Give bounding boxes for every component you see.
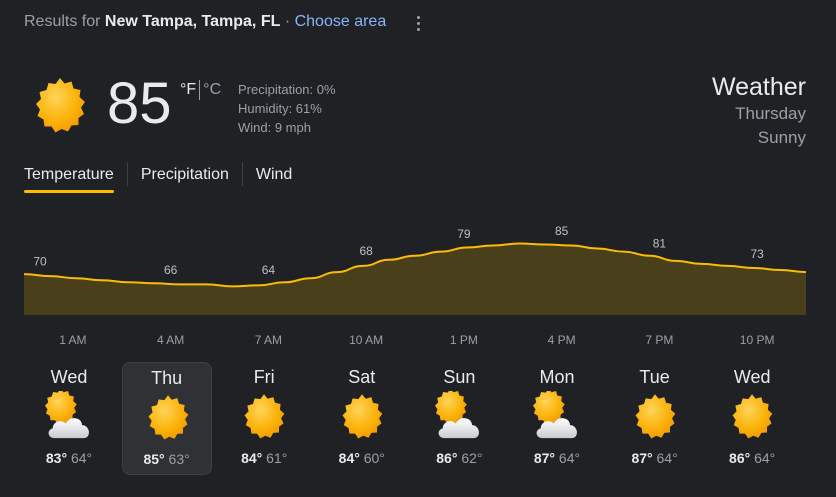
more-options-icon[interactable] [410,12,426,34]
low-temp: 60° [363,450,385,466]
day-temps: 85° 63° [123,451,211,467]
chart-value-label: 73 [750,247,764,261]
day-name: Wed [733,367,771,387]
day-name: Fri [253,367,275,387]
low-temp: 64° [754,450,776,466]
sun-icon [726,391,778,443]
tab-divider [126,162,128,186]
day-name: Thu [151,368,183,388]
hour-label: 4 PM [547,333,576,347]
day-temps: 86° 64° [707,450,797,466]
sun-icon [142,392,194,444]
humidity-value: Humidity: 61% [238,101,322,116]
sun-icon [336,391,388,443]
hour-label: 10 AM [349,333,384,347]
day-forecast[interactable]: Wed 86° 64° [707,362,797,475]
tab-divider [241,162,243,186]
weather-title: Weather [711,73,806,101]
day-forecast[interactable]: Wed 83° 64° [24,362,114,475]
partly-cloudy-icon [531,391,583,443]
chart-value-label: 85 [555,224,569,238]
hour-label: 10 PM [739,333,775,347]
current-temperature: 85 [107,71,172,136]
fahrenheit-button[interactable]: °F [180,81,196,98]
temperature-chart[interactable]: 70 66 64 68 79 85 81 73 [0,215,836,325]
day-temps: 86° 62° [414,450,504,466]
low-temp: 64° [558,450,581,466]
day-name: Tue [639,367,670,387]
day-temps: 87° 64° [512,450,602,466]
low-temp: 64° [70,450,93,466]
celsius-button[interactable]: °C [203,81,221,98]
day-temps: 84° 61° [219,450,309,466]
day-forecast[interactable]: Sun 86° 62° [414,362,504,475]
tab-precipitation[interactable]: Precipitation [141,162,229,193]
tab-temperature[interactable]: Temperature [24,162,114,193]
low-temp: 64° [656,450,678,466]
sun-icon [238,391,290,443]
high-temp: 84° [338,450,360,466]
results-for-line: Results for New Tampa, Tampa, FL · Choos… [24,13,386,31]
chart-value-label: 79 [457,227,471,241]
wind-value: Wind: 9 mph [238,120,311,135]
weather-day: Thursday [735,104,806,123]
high-temp: 87° [533,450,556,466]
daily-forecast: Wed 83° 64° Thu 85° 63° Fri 84° 61° Sat … [24,362,806,475]
hour-label: 4 AM [156,333,185,347]
chart-value-label: 68 [359,244,373,258]
sun-icon [28,74,92,138]
high-temp: 84° [241,450,263,466]
high-temp: 83° [45,450,68,466]
low-temp: 62° [461,450,483,466]
day-temps: 83° 64° [24,450,114,466]
high-temp: 87° [631,450,653,466]
hour-label: 7 AM [254,333,283,347]
chart-value-label: 64 [262,263,276,277]
day-forecast[interactable]: Thu 85° 63° [121,362,212,475]
separator-dot: · [284,13,291,30]
day-name: Mon [539,367,575,387]
day-forecast[interactable]: Mon 87° 64° [512,362,602,475]
partly-cloudy-icon [43,391,95,443]
day-name: Sun [443,367,476,387]
weather-condition: Sunny [757,128,806,147]
hour-label: 1 PM [449,333,478,347]
day-forecast[interactable]: Sat 84° 60° [317,362,407,475]
tab-wind[interactable]: Wind [256,162,292,193]
hour-label: 7 PM [645,333,674,347]
precipitation-value: Precipitation: 0% [238,82,336,97]
unit-divider [199,80,201,100]
hour-label: 1 AM [59,333,87,347]
low-temp: 61° [266,450,288,466]
choose-area-link[interactable]: Choose area [295,13,387,30]
chart-value-label: 70 [33,254,47,268]
hour-axis: 1 AM 4 AM 7 AM 10 AM 1 PM 4 PM 7 PM 10 PM [24,333,806,349]
day-temps: 84° 60° [317,450,407,466]
high-temp: 85° [143,451,165,467]
high-temp: 86° [436,450,458,466]
chart-value-label: 66 [164,263,178,277]
chart-value-label: 81 [653,237,667,251]
current-details: Precipitation: 0% Humidity: 61% Wind: 9 … [238,80,336,137]
sun-icon [629,391,681,443]
partly-cloudy-icon [433,391,485,443]
day-name: Wed [50,367,88,387]
weather-summary: Weather Thursday Sunny [712,72,806,150]
unit-toggle: °F °C [180,80,221,100]
low-temp: 63° [168,451,190,467]
chart-tabs: Temperature Precipitation Wind [24,162,292,196]
high-temp: 86° [729,450,751,466]
day-name: Sat [348,367,376,387]
location-name: New Tampa, Tampa, FL [104,13,281,30]
day-forecast[interactable]: Tue 87° 64° [610,362,700,475]
chart-area [24,243,806,315]
day-forecast[interactable]: Fri 84° 61° [219,362,309,475]
day-temps: 87° 64° [610,450,700,466]
results-prefix: Results for [24,13,101,30]
